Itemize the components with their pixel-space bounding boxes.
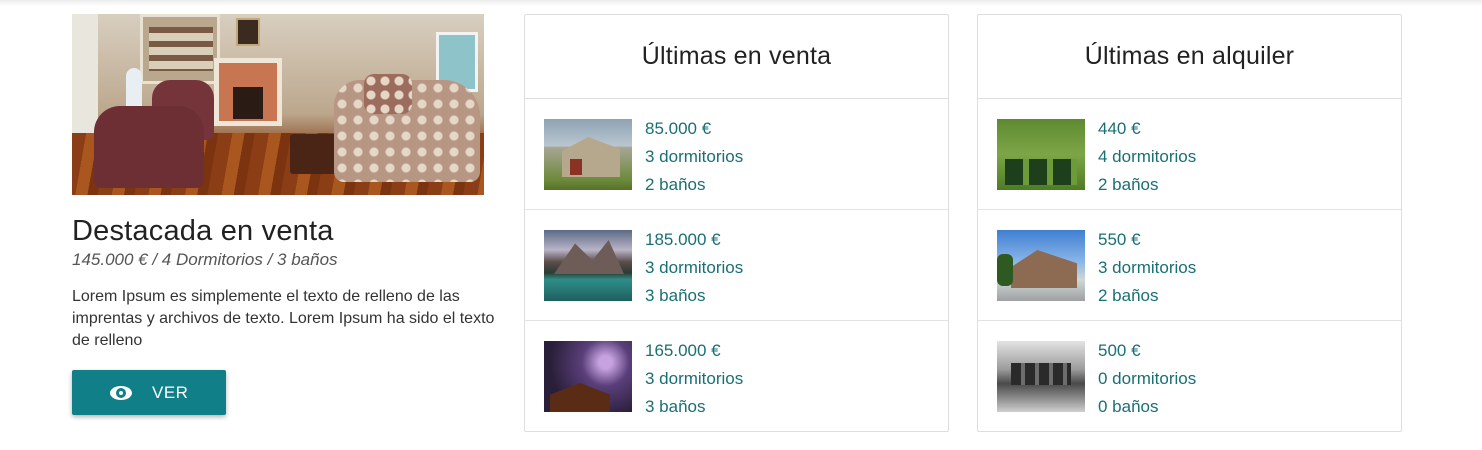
listing-bathrooms[interactable]: 2 baños — [1098, 171, 1196, 199]
rent-listing-item[interactable]: 440 € 4 dormitorios 2 baños — [978, 99, 1401, 210]
listing-price[interactable]: 185.000 € — [645, 226, 743, 254]
sale-listing-item[interactable]: 185.000 € 3 dormitorios 3 baños — [525, 210, 948, 321]
listing-bedrooms[interactable]: 3 dormitorios — [645, 365, 743, 393]
rent-listing-thumbnail[interactable] — [997, 230, 1085, 301]
rent-listing-item[interactable]: 500 € 0 dormitorios 0 baños — [978, 321, 1401, 432]
featured-description: Lorem Ipsum es simplemente el texto de r… — [72, 288, 495, 349]
ver-button[interactable]: VER — [72, 370, 226, 415]
listing-bathrooms[interactable]: 2 baños — [645, 171, 743, 199]
top-shadow — [0, 0, 1482, 6]
featured-subtitle: 145.000 € / 4 Dormitorios / 3 baños — [72, 250, 338, 269]
eye-icon — [110, 385, 132, 400]
listing-price[interactable]: 500 € — [1098, 337, 1196, 365]
sale-card: Últimas en venta 85.000 € 3 dormitorios … — [524, 14, 949, 432]
sale-card-title: Últimas en venta — [525, 15, 948, 99]
listing-bathrooms[interactable]: 2 baños — [1098, 282, 1196, 310]
listing-bedrooms[interactable]: 0 dormitorios — [1098, 365, 1196, 393]
listing-bathrooms[interactable]: 3 baños — [645, 282, 743, 310]
listing-price[interactable]: 165.000 € — [645, 337, 743, 365]
rent-listing-thumbnail[interactable] — [997, 341, 1085, 412]
listing-bathrooms[interactable]: 3 baños — [645, 393, 743, 421]
listing-price[interactable]: 85.000 € — [645, 115, 743, 143]
rent-card: Últimas en alquiler 440 € 4 dormitorios … — [977, 14, 1402, 432]
featured-title: Destacada en venta — [72, 215, 334, 247]
featured-listing: Destacada en venta 145.000 € / 4 Dormito… — [72, 14, 502, 415]
listing-bedrooms[interactable]: 3 dormitorios — [645, 143, 743, 171]
listing-bedrooms[interactable]: 3 dormitorios — [645, 254, 743, 282]
rent-card-title: Últimas en alquiler — [978, 15, 1401, 99]
featured-image[interactable] — [72, 14, 484, 195]
listing-price[interactable]: 440 € — [1098, 115, 1196, 143]
sale-listing-item[interactable]: 85.000 € 3 dormitorios 2 baños — [525, 99, 948, 210]
rent-listing-item[interactable]: 550 € 3 dormitorios 2 baños — [978, 210, 1401, 321]
listing-price[interactable]: 550 € — [1098, 226, 1196, 254]
listing-bedrooms[interactable]: 3 dormitorios — [1098, 254, 1196, 282]
listing-bedrooms[interactable]: 4 dormitorios — [1098, 143, 1196, 171]
ver-button-label: VER — [152, 382, 189, 402]
rent-listing-thumbnail[interactable] — [997, 119, 1085, 190]
sale-listing-item[interactable]: 165.000 € 3 dormitorios 3 baños — [525, 321, 948, 432]
sale-listing-thumbnail[interactable] — [544, 119, 632, 190]
sale-listing-thumbnail[interactable] — [544, 230, 632, 301]
sale-listing-thumbnail[interactable] — [544, 341, 632, 412]
listing-bathrooms[interactable]: 0 baños — [1098, 393, 1196, 421]
